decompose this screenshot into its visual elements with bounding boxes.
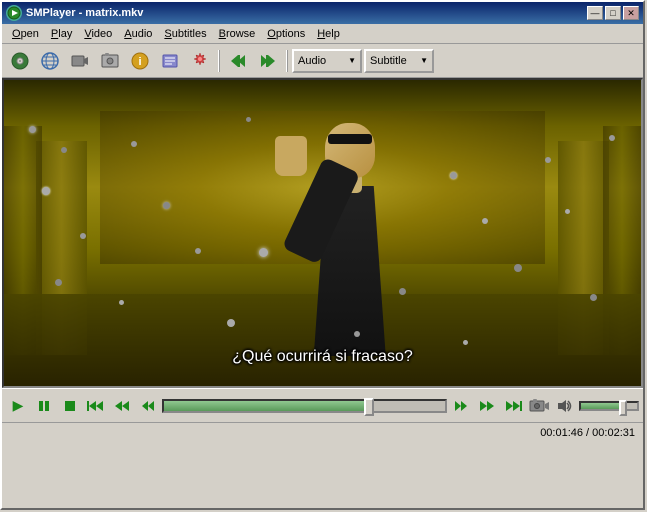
progress-bar[interactable] xyxy=(162,399,447,413)
particle xyxy=(514,264,522,272)
main-window: SMPlayer - matrix.mkv — □ ✕ Open Play Vi… xyxy=(0,0,645,510)
info-button[interactable]: i xyxy=(126,48,154,74)
screenshot-ctrl-button[interactable] xyxy=(527,395,551,417)
menu-browse[interactable]: Browse xyxy=(213,26,262,42)
stop-button[interactable] xyxy=(58,395,82,417)
toolbar: i xyxy=(2,44,643,78)
svg-text:i: i xyxy=(138,56,141,68)
subtitle-dropdown[interactable]: Subtitle ▼ xyxy=(364,49,434,73)
forward-fast-button[interactable] xyxy=(475,395,499,417)
subtitle-display: ¿Qué ocurrirá si fracaso? xyxy=(4,348,641,366)
menu-options[interactable]: Options xyxy=(261,26,311,42)
maximize-button[interactable]: □ xyxy=(605,6,621,20)
particle xyxy=(482,218,488,224)
play-button[interactable]: ▶ xyxy=(6,395,30,417)
rewind-fast-button[interactable] xyxy=(110,395,134,417)
video-scene: ¿Qué ocurrirá si fracaso? xyxy=(4,80,641,386)
particle xyxy=(565,209,570,214)
prev-button[interactable] xyxy=(224,48,252,74)
video-area[interactable]: ¿Qué ocurrirá si fracaso? xyxy=(2,78,643,388)
dvd-button[interactable] xyxy=(6,48,34,74)
volume-bar[interactable] xyxy=(579,401,639,411)
time-display: 00:01:46 / 00:02:31 xyxy=(540,427,635,439)
menu-play[interactable]: Play xyxy=(45,26,78,42)
audio-label: Audio xyxy=(298,55,326,67)
menu-open[interactable]: Open xyxy=(6,26,45,42)
progress-fill xyxy=(164,401,369,411)
audio-dropdown[interactable]: Audio ▼ xyxy=(292,49,362,73)
particle xyxy=(545,157,551,163)
video-url-button[interactable] xyxy=(66,48,94,74)
window-title: SMPlayer - matrix.mkv xyxy=(26,7,143,19)
status-bar: 00:01:46 / 00:02:31 xyxy=(2,422,643,442)
volume-thumb[interactable] xyxy=(619,400,627,416)
particle xyxy=(463,340,468,345)
mute-button[interactable] xyxy=(553,395,577,417)
url-button[interactable] xyxy=(36,48,64,74)
particle xyxy=(246,117,251,122)
title-buttons: — □ ✕ xyxy=(587,6,639,20)
pause-button[interactable] xyxy=(32,395,56,417)
controls-bar: ▶ xyxy=(2,388,643,422)
toolbar-separator-1 xyxy=(218,50,220,72)
particle xyxy=(450,172,457,179)
config-button[interactable] xyxy=(186,48,214,74)
toolbar-separator-2 xyxy=(286,50,288,72)
close-button[interactable]: ✕ xyxy=(623,6,639,20)
subtitle-label: Subtitle xyxy=(370,55,407,67)
forward-button[interactable] xyxy=(449,395,473,417)
particle xyxy=(227,319,235,327)
figure-glasses xyxy=(328,134,372,144)
particle xyxy=(399,288,406,295)
progress-thumb[interactable] xyxy=(364,398,374,416)
screenshot-button[interactable] xyxy=(96,48,124,74)
particle xyxy=(119,300,124,305)
menu-video[interactable]: Video xyxy=(78,26,118,42)
next-chapter-button[interactable] xyxy=(501,395,525,417)
particle xyxy=(55,279,62,286)
app-icon xyxy=(6,5,22,21)
next-button[interactable] xyxy=(254,48,282,74)
playlist-button[interactable] xyxy=(156,48,184,74)
menu-audio[interactable]: Audio xyxy=(118,26,158,42)
volume-fill xyxy=(581,403,623,409)
menu-bar: Open Play Video Audio Subtitles Browse O… xyxy=(2,24,643,44)
title-bar-left: SMPlayer - matrix.mkv xyxy=(6,5,143,21)
menu-subtitles[interactable]: Subtitles xyxy=(158,26,212,42)
menu-help[interactable]: Help xyxy=(311,26,346,42)
prev-chapter-button[interactable] xyxy=(84,395,108,417)
title-bar: SMPlayer - matrix.mkv — □ ✕ xyxy=(2,2,643,24)
minimize-button[interactable]: — xyxy=(587,6,603,20)
rewind-button[interactable] xyxy=(136,395,160,417)
figure-hand xyxy=(275,136,307,176)
audio-arrow: ▼ xyxy=(348,56,356,65)
subtitle-arrow: ▼ xyxy=(420,56,428,65)
